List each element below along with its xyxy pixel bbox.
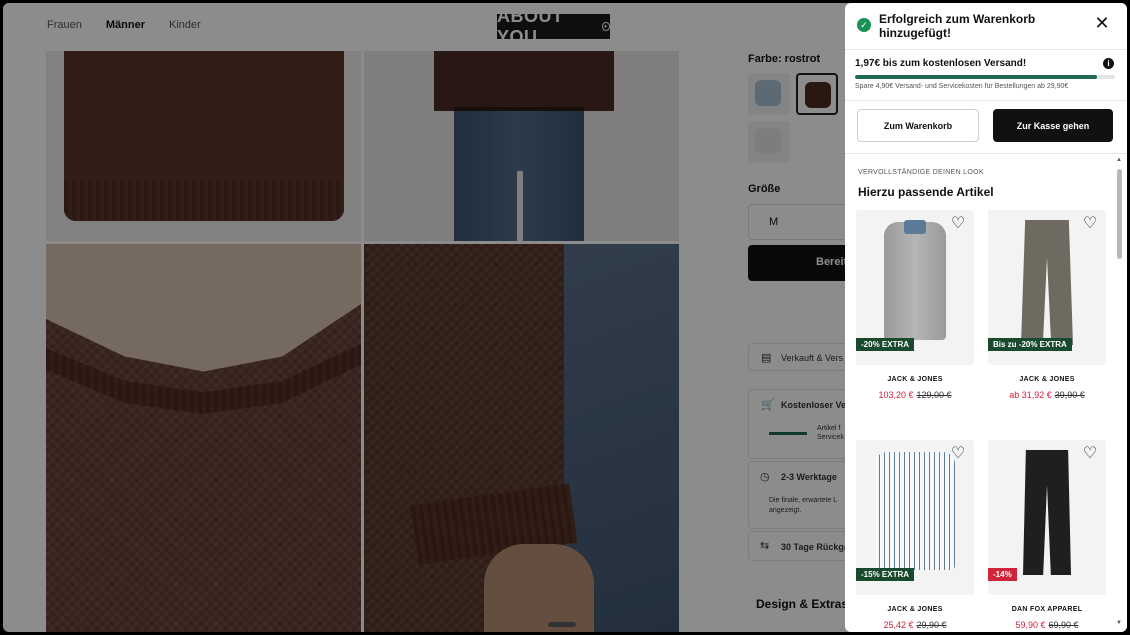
color-option-rostrot[interactable] [796,73,838,115]
color-swatch [755,80,781,106]
coat-shape [884,222,946,340]
product-image-front[interactable] [46,51,361,241]
sold-by-row[interactable]: ▤ Verkauft & Vers [748,343,858,371]
pants-shape [1021,220,1073,345]
returns-text: 30 Tage Rückga [781,542,849,552]
return-icon: ⇆ [760,540,770,552]
heart-icon[interactable]: ♡ [950,446,966,462]
free-shipping-text: Kostenloser Ver [781,400,850,410]
product-price: 103,20 €129,00 € [856,390,974,400]
checkout-button[interactable]: Zur Kasse gehen [993,109,1113,142]
sale-price: 59,90 € [1015,620,1046,630]
complete-look-label: VERVOLLSTÄNDIGE DEINEN LOOK [858,169,984,176]
color-swatch [805,82,831,108]
scroll-thumb[interactable] [1117,169,1122,259]
original-price: 129,00 € [916,390,952,400]
heart-icon[interactable]: ♡ [1082,446,1098,462]
view-cart-button[interactable]: Zum Warenkorb [857,109,979,142]
add-to-cart-label: Bereit [816,256,848,268]
drawer-title: Erfolgreich zum Warenkorb hinzugefügt! [879,12,1036,40]
free-shipping-bar [769,432,807,435]
sweater-hem [64,181,344,221]
jeans-shape [1023,450,1071,575]
product-image[interactable]: ♡ -15% EXTRA [856,440,974,595]
product-price: 59,90 €69,90 € [988,620,1106,630]
original-price: 69,90 € [1048,620,1079,630]
nav-item-frauen[interactable]: Frauen [47,19,82,31]
clock-icon: ◷ [760,471,770,483]
product-image[interactable]: ♡ -14% [988,440,1106,595]
product-image-collar[interactable] [46,244,361,632]
check-icon: ✓ [857,18,871,32]
divider [845,153,1127,154]
original-price: 29,90 € [916,620,947,630]
close-icon[interactable]: ✕ [1093,14,1111,32]
scroll-down-icon[interactable]: ▼ [1116,620,1122,626]
size-select[interactable]: M [748,204,858,240]
shipping-progress-track [855,75,1115,79]
original-price: 39,90 € [1054,390,1085,400]
store-icon: ▤ [761,352,772,364]
info-icon[interactable]: i [1103,58,1114,69]
model-jeans-gap [517,171,523,241]
shipping-title: 1,97€ bis zum kostenlosen Versand! [855,58,1027,69]
color-swatch [755,128,781,154]
product-brand: DAN FOX APPAREL [1011,606,1083,613]
sale-price: ab 31,92 € [1009,390,1052,400]
discount-badge: -20% EXTRA [856,338,915,351]
drawer-scrollbar[interactable]: ▲ ▼ [1116,157,1124,630]
shirt-shape [875,452,955,570]
product-brand: JACK & JONES [887,376,943,383]
main-nav: Frauen Männer Kinder [47,19,201,31]
home-indicator [548,622,576,627]
drawer-header: ✓ Erfolgreich zum Warenkorb hinzugefügt!… [845,3,1127,49]
delivery-detail: Die finale, erwartete L angezeigt. [769,497,838,514]
cart-icon: 🛒 [761,399,775,411]
product-image-model[interactable] [364,51,679,241]
scroll-up-icon[interactable]: ▲ [1116,157,1122,163]
discount-badge: Bis zu -20% EXTRA [988,338,1072,351]
color-option-white[interactable] [748,121,790,163]
model-torso [434,51,614,111]
product-brand: JACK & JONES [1019,376,1075,383]
shipping-subtext: Spare 4,90€ Versand- und Servicekosten f… [855,83,1069,90]
product-image-sleeve[interactable] [364,244,679,632]
design-extras-heading[interactable]: Design & Extras [756,597,848,611]
free-shipping-progress: 1,97€ bis zum kostenlosen Versand! i Spa… [845,49,1127,101]
coat-collar [904,220,926,234]
discount-badge: -14% [988,568,1017,581]
color-option-blue[interactable] [748,73,790,115]
delivery-row: ◷ 2-3 Werktage Die finale, erwartete L a… [748,461,858,529]
size-value: M [769,216,779,228]
delivery-text: 2-3 Werktage [781,472,837,482]
free-shipping-row: 🛒 Kostenloser Ver Artikel f Servicek [748,389,858,459]
logo[interactable]: ABOUT YOU • [497,6,610,47]
product-image[interactable]: ♡ Bis zu -20% EXTRA [988,210,1106,365]
product-price: ab 31,92 €39,90 € [988,390,1106,400]
discount-badge: -15% EXTRA [856,568,915,581]
nav-item-maenner[interactable]: Männer [106,19,145,31]
returns-row[interactable]: ⇆ 30 Tage Rückga [748,531,858,561]
sold-by-text: Verkauft & Vers [781,353,844,363]
matching-items-title: Hierzu passende Artikel [858,185,994,199]
product-image[interactable]: ♡ -20% EXTRA [856,210,974,365]
logo-text: ABOUT YOU [497,5,564,47]
product-price: 25,42 €29,90 € [856,620,974,630]
sale-price: 103,20 € [878,390,914,400]
heart-icon[interactable]: ♡ [1082,216,1098,232]
sale-price: 25,42 € [883,620,914,630]
nav-item-kinder[interactable]: Kinder [169,19,201,31]
color-label: Farbe: rostrot [748,53,821,65]
size-label: Größe [748,183,781,195]
model-hand [484,544,594,632]
product-brand: JACK & JONES [887,606,943,613]
cart-confirmation-drawer: ✓ Erfolgreich zum Warenkorb hinzugefügt!… [845,3,1127,632]
free-shipping-detail: Artikel f Servicek [817,425,844,441]
add-to-cart-button[interactable]: Bereit [748,245,858,281]
logo-mark: • [601,22,610,31]
heart-icon[interactable]: ♡ [950,216,966,232]
shipping-progress-fill [855,75,1097,79]
